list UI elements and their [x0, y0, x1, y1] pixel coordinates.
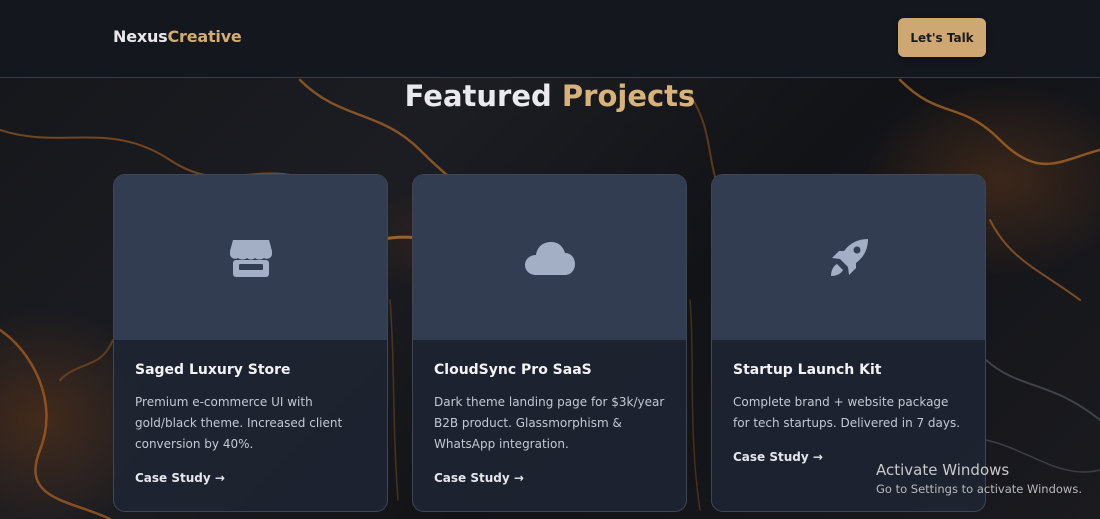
logo-part-nexus: Nexus	[113, 27, 168, 46]
card-description: Dark theme landing page for $3k/year B2B…	[434, 395, 665, 451]
case-study-link[interactable]: Case Study →	[733, 450, 823, 464]
section-title: Featured Projects	[0, 79, 1100, 113]
rocket-icon	[828, 237, 870, 279]
section-title-projects: Projects	[561, 79, 696, 113]
section-title-featured: Featured	[404, 79, 552, 113]
card-title: CloudSync Pro SaaS	[434, 362, 592, 378]
cloud-icon	[524, 240, 576, 276]
brand-logo[interactable]: NexusCreative	[113, 27, 242, 46]
card-title: Startup Launch Kit	[733, 362, 882, 378]
card-body: Saged Luxury Store Premium e-commerce UI…	[114, 340, 387, 455]
card-media	[712, 175, 985, 340]
card-body: Startup Launch Kit Complete brand + webs…	[712, 340, 985, 434]
card-body: CloudSync Pro SaaS Dark theme landing pa…	[413, 340, 686, 455]
logo-part-creative: Creative	[167, 27, 242, 46]
store-icon	[229, 238, 273, 278]
card-title: Saged Luxury Store	[135, 362, 291, 378]
site-header: NexusCreative Let's Talk	[0, 0, 1100, 78]
watermark-subtitle: Go to Settings to activate Windows.	[876, 482, 1082, 496]
lets-talk-button[interactable]: Let's Talk	[898, 18, 986, 57]
card-media	[114, 175, 387, 340]
case-study-link[interactable]: Case Study →	[135, 471, 225, 485]
project-card-saged[interactable]: Saged Luxury Store Premium e-commerce UI…	[113, 174, 388, 512]
card-media	[413, 175, 686, 340]
project-card-cloudsync[interactable]: CloudSync Pro SaaS Dark theme landing pa…	[412, 174, 687, 512]
watermark-title: Activate Windows	[876, 461, 1010, 479]
card-description: Premium e-commerce UI with gold/black th…	[135, 395, 343, 451]
case-study-link[interactable]: Case Study →	[434, 471, 524, 485]
activate-windows-watermark: Activate Windows Go to Settings to activ…	[876, 461, 1082, 496]
card-description: Complete brand + website package for tec…	[733, 395, 961, 430]
